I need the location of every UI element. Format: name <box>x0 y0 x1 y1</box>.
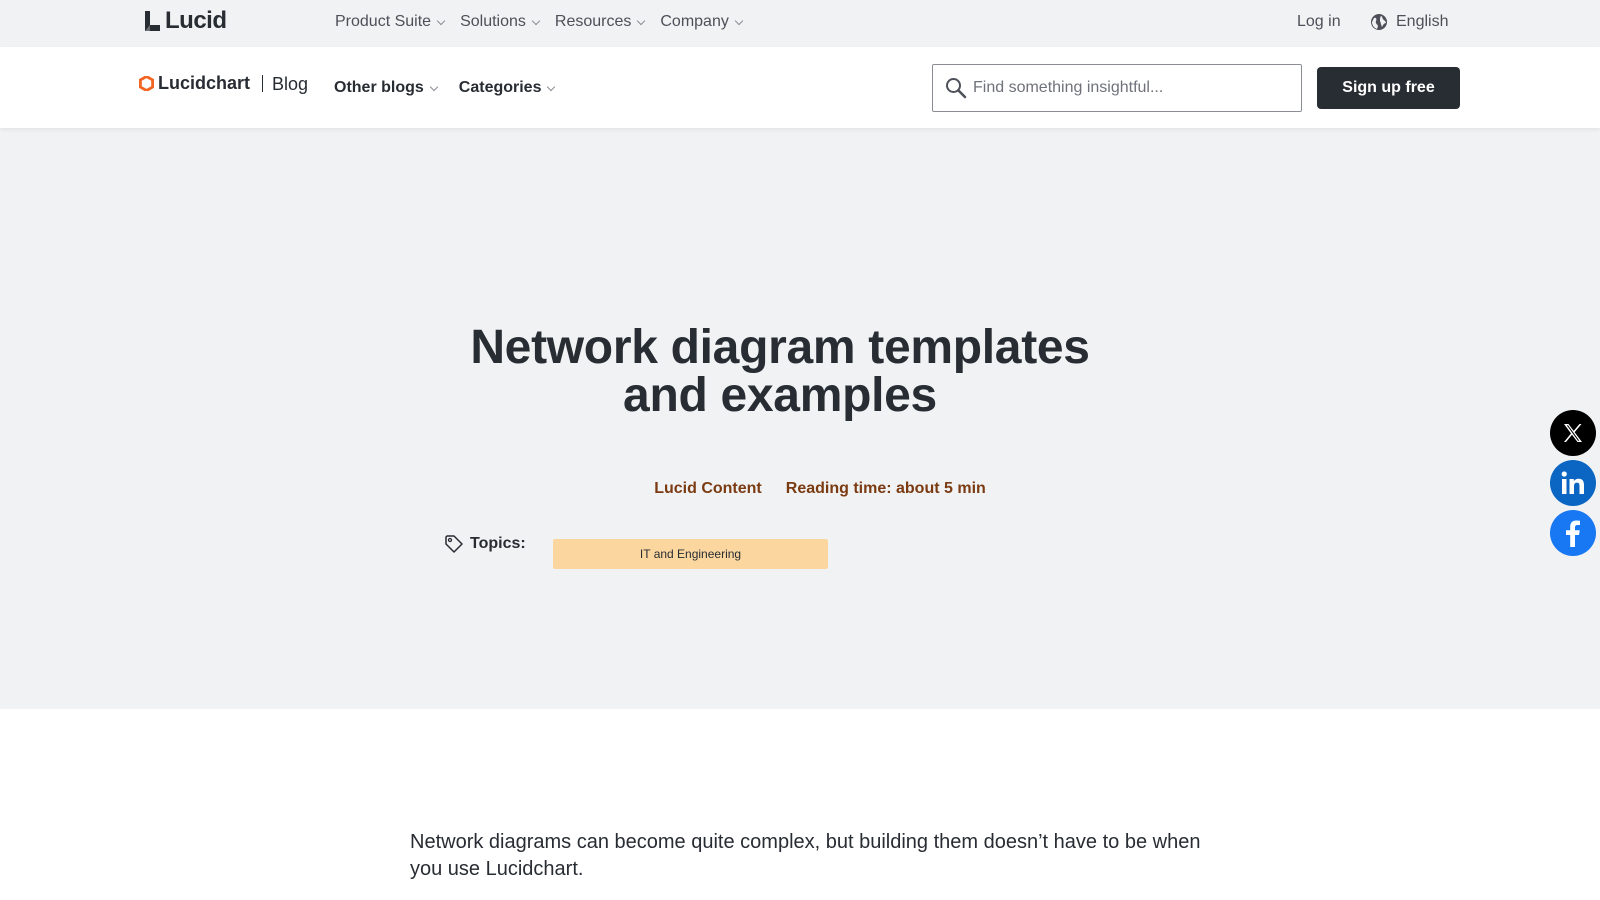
chevron-down-icon <box>637 16 646 25</box>
nav-company[interactable]: Company <box>660 13 744 31</box>
nav-categories[interactable]: Categories <box>458 79 556 97</box>
nav-other-blogs[interactable]: Other blogs <box>334 79 439 97</box>
chevron-down-icon <box>531 16 541 25</box>
blog-nav: Other blogs Categories <box>334 79 556 97</box>
global-nav-bar: Lucid Product Suite Solutions Resources … <box>0 0 1600 47</box>
language-selector[interactable]: English <box>1370 13 1448 31</box>
language-label: English <box>1396 13 1449 30</box>
nav-product-suite[interactable]: Product Suite <box>335 13 446 31</box>
topics-label: Topics: <box>470 535 526 552</box>
logo-divider <box>262 75 263 92</box>
page-title-line-2: and examples <box>623 369 937 422</box>
chevron-down-icon <box>734 16 744 25</box>
share-facebook-button[interactable] <box>1550 510 1596 556</box>
lucid-logo-text: Lucid <box>165 7 227 34</box>
blog-label[interactable]: Blog <box>272 74 308 95</box>
article-hero: Network diagram templates and examples L… <box>0 128 1600 709</box>
nav-solutions[interactable]: Solutions <box>460 13 541 31</box>
search-icon <box>946 78 967 99</box>
page-title: Network diagram templates and examples <box>380 324 1180 420</box>
global-nav-menu: Product Suite Solutions Resources Compan… <box>335 13 744 31</box>
author-link[interactable]: Lucid Content <box>654 480 762 498</box>
article-meta: Lucid Content Reading time: about 5 min <box>0 480 1600 498</box>
chevron-down-icon <box>429 82 439 91</box>
login-link[interactable]: Log in <box>1297 13 1341 31</box>
page-title-line-1: Network diagram templates <box>470 321 1090 374</box>
lucid-logo[interactable]: Lucid <box>144 7 227 34</box>
search-input[interactable] <box>973 79 1293 97</box>
tag-icon <box>445 535 463 553</box>
facebook-icon <box>1566 520 1580 547</box>
nav-product-suite-label: Product Suite <box>335 13 432 30</box>
globe-icon <box>1371 14 1387 30</box>
x-icon <box>1564 424 1582 442</box>
topic-tag[interactable]: IT and Engineering <box>553 539 828 569</box>
lucidchart-logo-icon <box>139 76 154 91</box>
chevron-down-icon <box>547 82 556 91</box>
nav-resources-label: Resources <box>554 13 632 30</box>
article-intro: Network diagrams can become quite comple… <box>410 831 1201 880</box>
lucidchart-logo-text: Lucidchart <box>158 73 251 93</box>
nav-other-blogs-label: Other blogs <box>334 79 424 96</box>
nav-company-label: Company <box>660 13 729 30</box>
nav-resources[interactable]: Resources <box>554 13 646 31</box>
reading-time: Reading time: about 5 min <box>785 480 986 497</box>
sign-up-button[interactable]: Sign up free <box>1317 67 1460 109</box>
nav-solutions-label: Solutions <box>460 13 526 30</box>
linkedin-icon <box>1561 471 1584 494</box>
share-x-button[interactable] <box>1550 410 1596 456</box>
lucidchart-logo[interactable]: Lucidchart <box>139 73 250 94</box>
chevron-down-icon <box>436 16 446 25</box>
share-linkedin-button[interactable] <box>1550 460 1596 506</box>
lucid-logo-icon <box>145 11 160 31</box>
nav-categories-label: Categories <box>458 79 542 96</box>
topics-label-group: Topics: <box>444 534 526 554</box>
search-box[interactable] <box>932 64 1302 112</box>
